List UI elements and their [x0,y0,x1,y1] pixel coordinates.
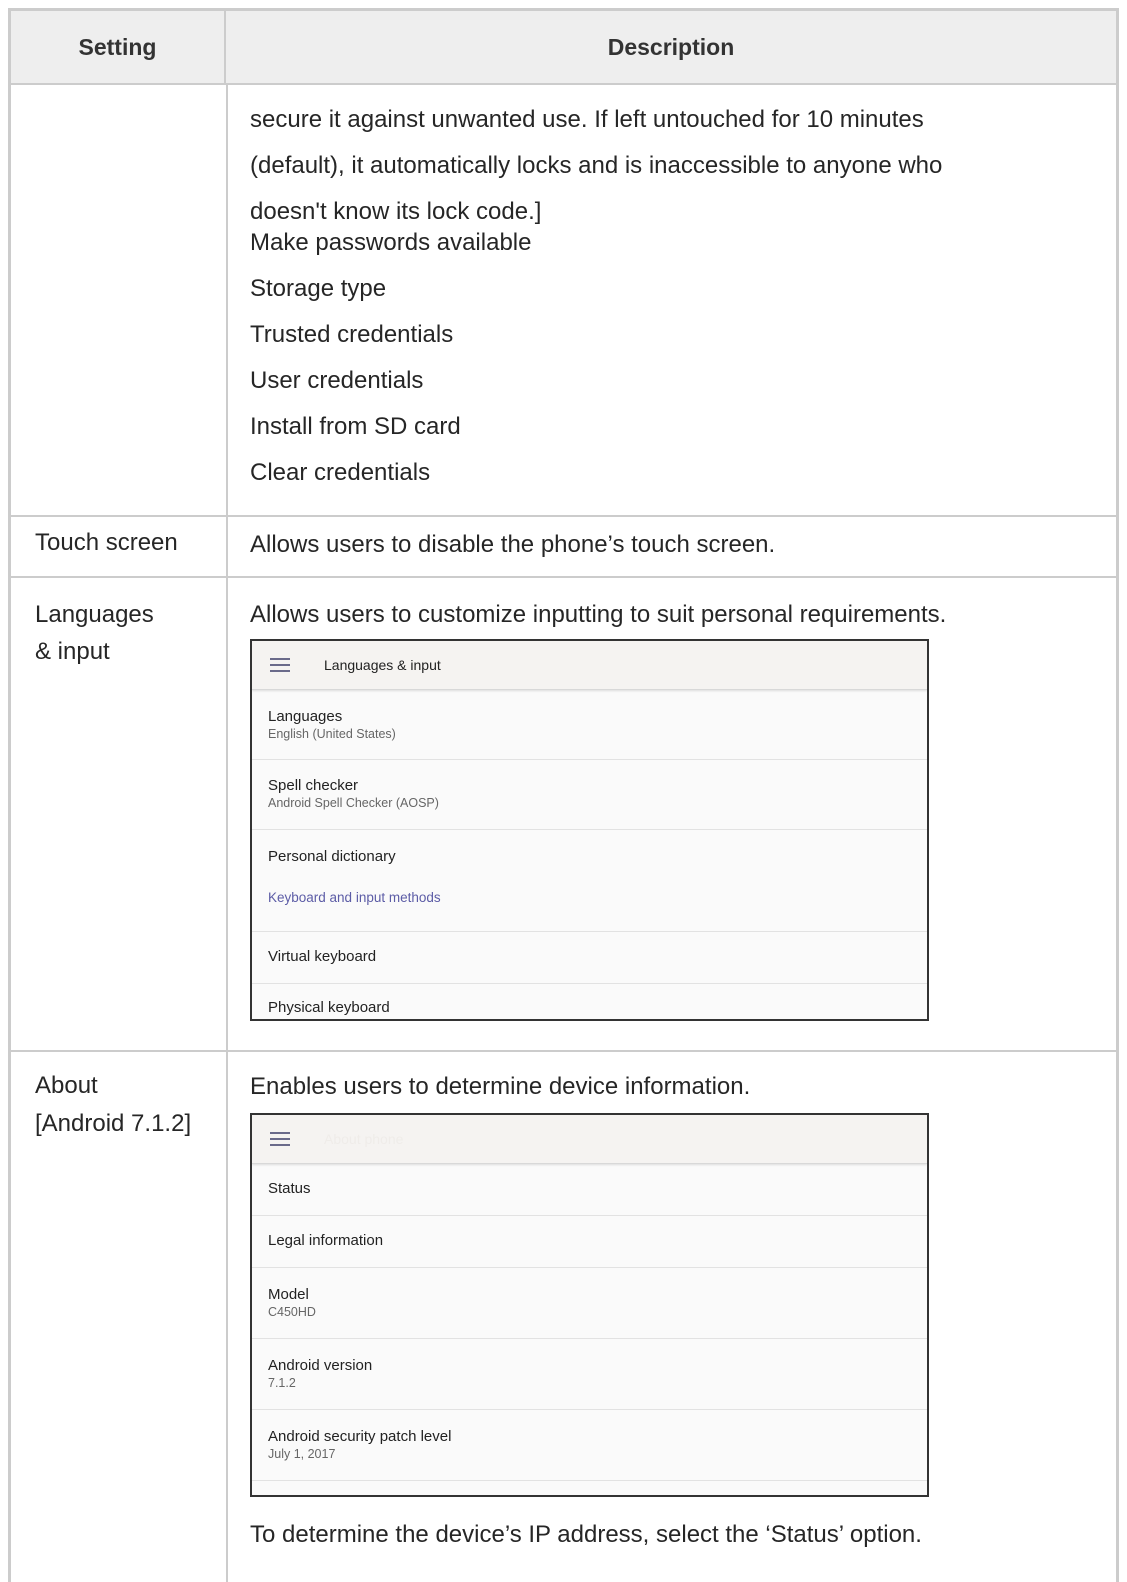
item-label: Spell checker [268,777,359,794]
section-label: Keyboard and input methods [268,890,441,905]
list-item-virtual-keyboard[interactable]: Virtual keyboard [252,932,927,984]
row-divider [11,515,1116,517]
header-setting: Setting [11,11,226,83]
description-line: Storage type [250,275,387,302]
item-label: Physical keyboard [268,999,390,1016]
setting-name: [Android 7.1.2] [35,1110,192,1137]
item-label: Android version [268,1357,373,1374]
list-item-legal-information[interactable]: Legal information [252,1216,927,1268]
column-divider [226,83,228,1582]
about-footer-note: To determine the device’s IP address, se… [250,1521,922,1548]
item-sublabel: 7.1.2 [268,1376,296,1390]
item-sublabel: July 1, 2017 [268,1447,336,1461]
setting-name: Touch screen [35,529,178,556]
app-bar: Languages & input [252,641,927,690]
item-label: Model [268,1286,309,1303]
list-item-security-patch[interactable]: Android security patch level July 1, 201… [252,1410,927,1481]
menu-icon[interactable] [270,1132,290,1146]
description-line: secure it against unwanted use. If left … [250,106,924,133]
item-label: Virtual keyboard [268,948,377,965]
languages-screenshot: Languages & input Languages English (Uni… [250,639,929,1021]
item-label: Android security patch level [268,1428,452,1445]
description-line: User credentials [250,367,424,394]
list-item-spell-checker[interactable]: Spell checker Android Spell Checker (AOS… [252,760,927,830]
description-line: Trusted credentials [250,321,454,348]
app-bar-title: About phone [324,1131,404,1147]
item-sublabel: C450HD [268,1305,316,1319]
row-divider [11,1050,1116,1052]
setting-description: Enables users to determine device inform… [250,1073,751,1100]
item-sublabel: English (United States) [268,727,396,741]
setting-name: About [35,1072,98,1099]
item-sublabel: Android Spell Checker (AOSP) [268,796,439,810]
menu-icon[interactable] [270,658,290,672]
list-item-languages[interactable]: Languages English (United States) [252,690,927,760]
setting-name: Languages [35,601,154,628]
setting-name: & input [35,638,110,665]
list-item-status[interactable]: Status [252,1164,927,1216]
header-description: Description [607,33,735,60]
row-divider [11,576,1116,578]
description-line: Clear credentials [250,459,431,486]
item-label: Status [268,1180,311,1197]
table-header: Setting Description [11,11,1116,85]
item-label: Personal dictionary [268,848,396,865]
item-label: Languages [268,708,343,725]
section-header-keyboard: Keyboard and input methods [252,882,927,932]
app-bar: About phone [252,1115,927,1164]
list-item-model[interactable]: Model C450HD [252,1268,927,1339]
list-item-physical-keyboard[interactable]: Physical keyboard [252,984,927,1019]
about-screenshot: About phone Status Legal information Mod… [250,1113,929,1497]
setting-description: Allows users to customize inputting to s… [250,601,947,628]
item-label: Legal information [268,1232,384,1249]
description-line: Make passwords available [250,229,532,256]
description-line: (default), it automatically locks and is… [250,152,943,179]
description-line: Install from SD card [250,413,461,440]
list-item-personal-dictionary[interactable]: Personal dictionary [252,830,927,882]
setting-description: Allows users to disable the phone’s touc… [250,531,776,558]
app-bar-title: Languages & input [324,657,441,673]
list-item-android-version[interactable]: Android version 7.1.2 [252,1339,927,1410]
